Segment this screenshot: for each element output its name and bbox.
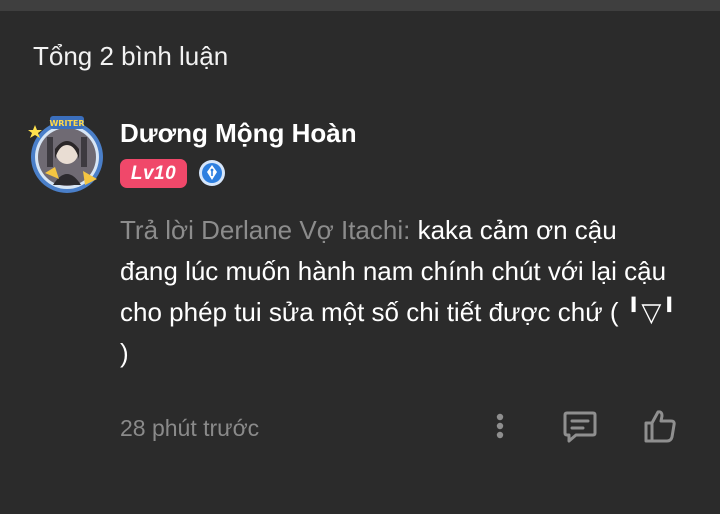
comment-body: Trả lời Derlane Vợ Itachi: kaka cảm ơn c…: [120, 210, 680, 374]
reply-target-label[interactable]: Trả lời Derlane Vợ Itachi:: [120, 215, 410, 245]
comment-count-title: Tổng 2 bình luận: [33, 41, 229, 71]
comment-icon: [563, 411, 597, 443]
top-divider-bar: [0, 0, 720, 11]
pen-badge-icon: [198, 159, 226, 187]
comment-timestamp: 28 phút trước: [120, 415, 260, 441]
author-name[interactable]: Dương Mộng Hoàn: [120, 114, 357, 152]
svg-text:WRITER: WRITER: [49, 119, 84, 128]
level-badge: Lv10: [120, 159, 187, 188]
thumbs-up-icon: [644, 410, 676, 443]
like-button[interactable]: [640, 406, 680, 446]
more-options-button[interactable]: [480, 406, 520, 446]
author-avatar[interactable]: WRITER: [25, 115, 109, 195]
reply-button[interactable]: [560, 406, 600, 446]
more-vertical-icon: [496, 413, 504, 439]
